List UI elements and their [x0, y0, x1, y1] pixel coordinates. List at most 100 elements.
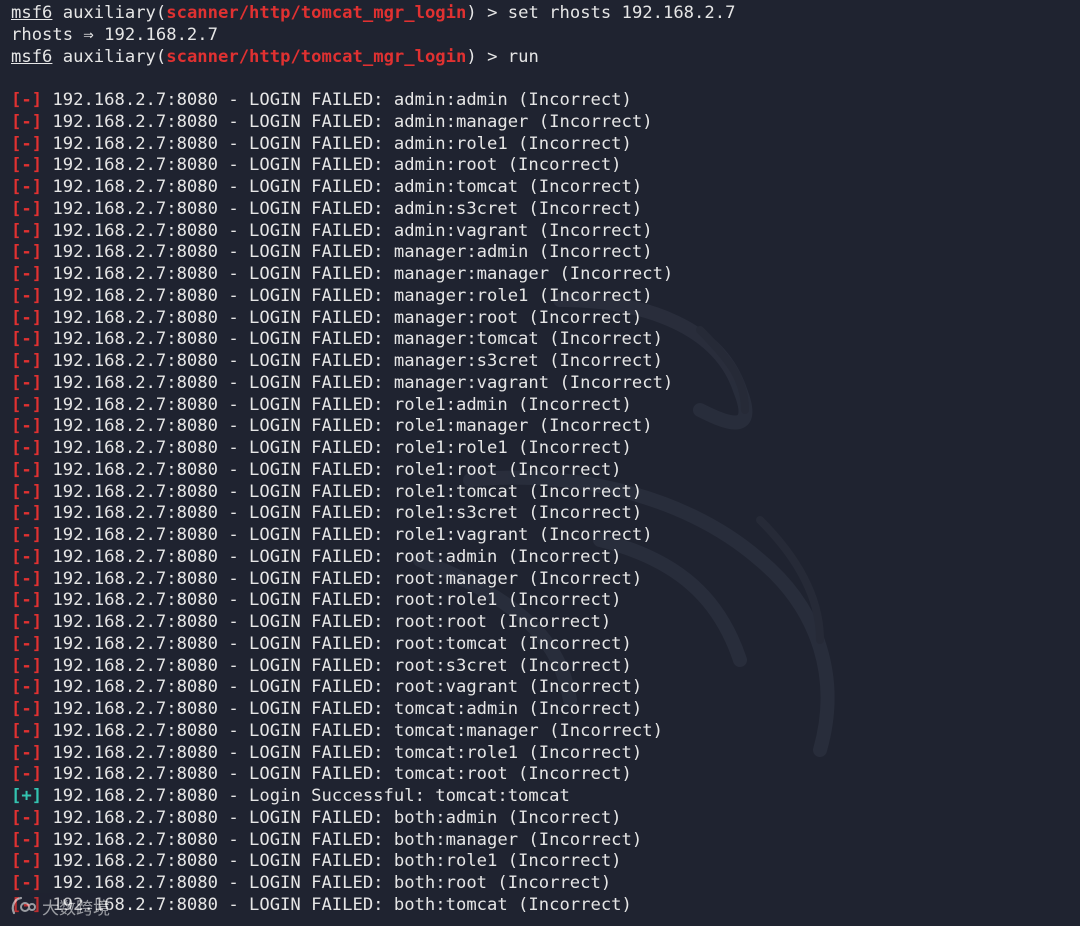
fail-marker: [-] — [11, 394, 43, 415]
output-text: 192.168.2.7:8080 - Login Successful: tom… — [52, 786, 570, 806]
terminal-output: msf6 auxiliary(scanner/http/tomcat_mgr_l… — [11, 3, 1080, 917]
fail-marker: [-] — [11, 525, 43, 545]
prompt-suffix: > — [476, 3, 508, 23]
output-line: [-] 192.168.2.7:8080 - LOGIN FAILED: adm… — [11, 90, 1080, 112]
output-line: [-] 192.168.2.7:8080 - LOGIN FAILED: rol… — [11, 438, 1080, 460]
output-text: 192.168.2.7:8080 - LOGIN FAILED: admin:r… — [52, 133, 632, 154]
output-line: [-] 192.168.2.7:8080 - LOGIN FAILED: rol… — [11, 416, 1080, 438]
output-text: 192.168.2.7:8080 - LOGIN FAILED: manager… — [52, 242, 653, 263]
output-line: [-] 192.168.2.7:8080 - LOGIN FAILED: rol… — [11, 395, 1080, 417]
prompt-suffix: > — [476, 46, 508, 67]
fail-marker: [-] — [11, 612, 43, 632]
output-text: 192.168.2.7:8080 - LOGIN FAILED: tomcat:… — [52, 742, 643, 763]
output-line: [-] 192.168.2.7:8080 - LOGIN FAILED: bot… — [11, 895, 1080, 917]
prompt-module: scanner/http/tomcat_mgr_login — [166, 3, 467, 23]
output-text: 192.168.2.7:8080 - LOGIN FAILED: role1:m… — [52, 416, 653, 437]
output-text: 192.168.2.7:8080 - LOGIN FAILED: admin:s… — [52, 198, 643, 219]
fail-marker: [-] — [11, 155, 43, 176]
fail-marker: [-] — [11, 764, 43, 785]
output-line: [-] 192.168.2.7:8080 - LOGIN FAILED: tom… — [11, 721, 1080, 743]
output-text: 192.168.2.7:8080 - LOGIN FAILED: admin:a… — [52, 90, 632, 110]
success-marker: [+] — [11, 786, 43, 806]
output-text: 192.168.2.7:8080 - LOGIN FAILED: manager… — [52, 372, 674, 393]
fail-marker: [-] — [11, 720, 43, 741]
watermark-text: 大数跨境 — [42, 898, 110, 919]
output-text: 192.168.2.7:8080 - LOGIN FAILED: both:ma… — [52, 829, 643, 850]
fail-marker: [-] — [11, 416, 43, 437]
output-text: 192.168.2.7:8080 - LOGIN FAILED: root:va… — [52, 677, 643, 698]
output-text: 192.168.2.7:8080 - LOGIN FAILED: root:ro… — [52, 612, 612, 632]
fail-marker: [-] — [11, 177, 43, 197]
output-line: [-] 192.168.2.7:8080 - LOGIN FAILED: rol… — [11, 503, 1080, 525]
watermark-logo-icon — [11, 896, 36, 915]
fail-marker: [-] — [11, 633, 43, 654]
output-line: [-] 192.168.2.7:8080 - LOGIN FAILED: man… — [11, 308, 1080, 330]
output-text: 192.168.2.7:8080 - LOGIN FAILED: tomcat:… — [52, 764, 632, 785]
output-line: [-] 192.168.2.7:8080 - LOGIN FAILED: man… — [11, 286, 1080, 308]
output-text: 192.168.2.7:8080 - LOGIN FAILED: both:ro… — [52, 873, 612, 893]
output-line: [+] 192.168.2.7:8080 - Login Successful:… — [11, 786, 1080, 808]
fail-marker: [-] — [11, 133, 43, 154]
output-line: [-] 192.168.2.7:8080 - LOGIN FAILED: tom… — [11, 699, 1080, 721]
scan-results: [-] 192.168.2.7:8080 - LOGIN FAILED: adm… — [11, 90, 1080, 917]
fail-marker: [-] — [11, 90, 43, 110]
output-text: 192.168.2.7:8080 - LOGIN FAILED: admin:r… — [52, 155, 622, 176]
output-line: [-] 192.168.2.7:8080 - LOGIN FAILED: rol… — [11, 525, 1080, 547]
fail-marker: [-] — [11, 590, 43, 611]
command-line-set: msf6 auxiliary(scanner/http/tomcat_mgr_l… — [11, 3, 736, 23]
output-line: [-] 192.168.2.7:8080 - LOGIN FAILED: roo… — [11, 569, 1080, 591]
fail-marker: [-] — [11, 242, 43, 263]
output-line: [-] 192.168.2.7:8080 - LOGIN FAILED: adm… — [11, 221, 1080, 243]
output-line: [-] 192.168.2.7:8080 - LOGIN FAILED: man… — [11, 351, 1080, 373]
output-text: 192.168.2.7:8080 - LOGIN FAILED: root:to… — [52, 633, 632, 654]
output-line: [-] 192.168.2.7:8080 - LOGIN FAILED: adm… — [11, 177, 1080, 199]
fail-marker: [-] — [11, 220, 43, 241]
output-line: [-] 192.168.2.7:8080 - LOGIN FAILED: tom… — [11, 743, 1080, 765]
fail-marker: [-] — [11, 829, 43, 850]
fail-marker: [-] — [11, 742, 43, 763]
output-text: 192.168.2.7:8080 - LOGIN FAILED: root:ro… — [52, 590, 622, 611]
watermark: 大数跨境 — [10, 893, 110, 919]
fail-marker: [-] — [11, 351, 43, 371]
fail-marker: [-] — [11, 111, 43, 132]
command-line-run: msf6 auxiliary(scanner/http/tomcat_mgr_l… — [11, 46, 539, 67]
fail-marker: [-] — [11, 372, 43, 393]
fail-marker: [-] — [11, 307, 43, 328]
output-text: 192.168.2.7:8080 - LOGIN FAILED: manager… — [52, 307, 643, 328]
output-line: [-] 192.168.2.7:8080 - LOGIN FAILED: rol… — [11, 482, 1080, 504]
fail-marker: [-] — [11, 503, 43, 524]
output-line: [-] 192.168.2.7:8080 - LOGIN FAILED: roo… — [11, 590, 1080, 612]
output-text: 192.168.2.7:8080 - LOGIN FAILED: both:ad… — [52, 807, 622, 828]
prompt-user: msf6 — [11, 3, 53, 23]
fail-marker: [-] — [11, 807, 43, 828]
output-line: [-] 192.168.2.7:8080 - LOGIN FAILED: adm… — [11, 155, 1080, 177]
output-line: [-] 192.168.2.7:8080 - LOGIN FAILED: rol… — [11, 460, 1080, 482]
output-text: 192.168.2.7:8080 - LOGIN FAILED: root:ma… — [52, 568, 643, 589]
output-line: [-] 192.168.2.7:8080 - LOGIN FAILED: man… — [11, 329, 1080, 351]
output-text: 192.168.2.7:8080 - LOGIN FAILED: admin:v… — [52, 220, 653, 241]
fail-marker: [-] — [11, 459, 43, 480]
output-text: 192.168.2.7:8080 - LOGIN FAILED: admin:m… — [52, 111, 653, 132]
output-text: 192.168.2.7:8080 - LOGIN FAILED: manager… — [52, 351, 663, 371]
output-text: 192.168.2.7:8080 - LOGIN FAILED: role1:a… — [52, 394, 632, 415]
output-line: [-] 192.168.2.7:8080 - LOGIN FAILED: roo… — [11, 656, 1080, 678]
output-text: 192.168.2.7:8080 - LOGIN FAILED: role1:v… — [52, 525, 653, 545]
fail-marker: [-] — [11, 655, 43, 676]
output-line: [-] 192.168.2.7:8080 - LOGIN FAILED: bot… — [11, 808, 1080, 830]
output-line: [-] 192.168.2.7:8080 - LOGIN FAILED: adm… — [11, 134, 1080, 156]
output-line: [-] 192.168.2.7:8080 - LOGIN FAILED: bot… — [11, 873, 1080, 895]
output-text: 192.168.2.7:8080 - LOGIN FAILED: root:ad… — [52, 546, 622, 567]
terminal-window[interactable]: msf6 auxiliary(scanner/http/tomcat_mgr_l… — [0, 0, 1080, 926]
output-line: [-] 192.168.2.7:8080 - LOGIN FAILED: man… — [11, 264, 1080, 286]
output-line: [-] 192.168.2.7:8080 - LOGIN FAILED: roo… — [11, 677, 1080, 699]
prompt-user: msf6 — [11, 46, 53, 67]
output-text: 192.168.2.7:8080 - LOGIN FAILED: role1:r… — [52, 459, 622, 480]
fail-marker: [-] — [11, 285, 43, 306]
fail-marker: [-] — [11, 699, 43, 719]
output-line: [-] 192.168.2.7:8080 - LOGIN FAILED: bot… — [11, 851, 1080, 873]
prompt-module: scanner/http/tomcat_mgr_login — [166, 46, 467, 67]
output-line: [-] 192.168.2.7:8080 - LOGIN FAILED: man… — [11, 373, 1080, 395]
output-text: 192.168.2.7:8080 - LOGIN FAILED: admin:t… — [52, 177, 643, 197]
fail-marker: [-] — [11, 851, 43, 872]
output-text: 192.168.2.7:8080 - LOGIN FAILED: tomcat:… — [52, 720, 663, 741]
